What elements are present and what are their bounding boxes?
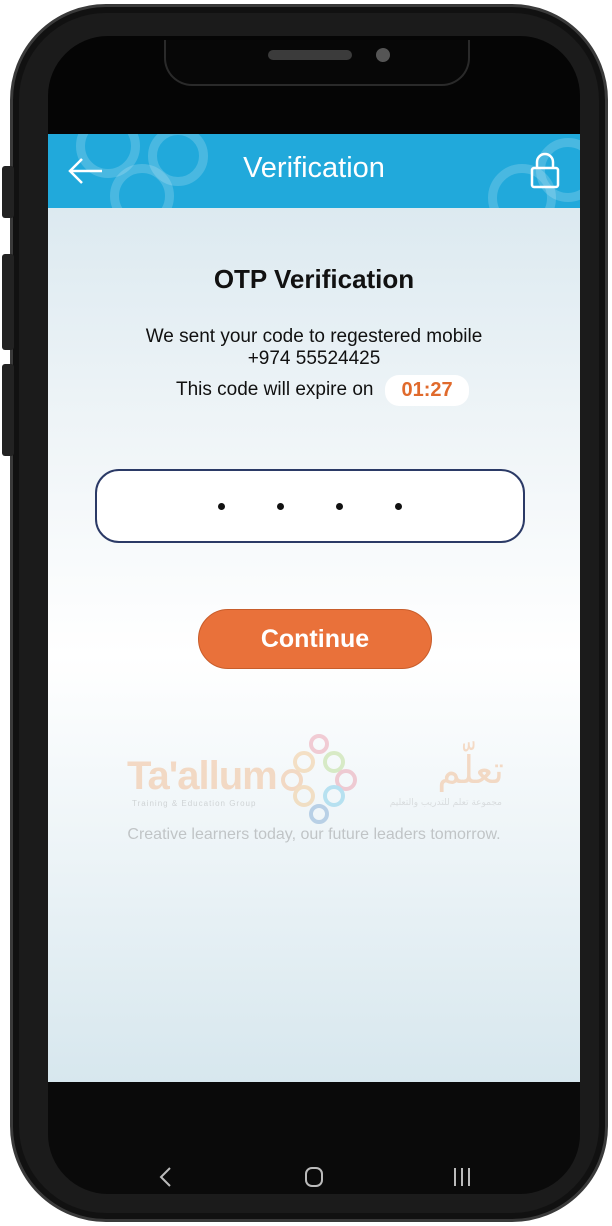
phone-speaker	[268, 50, 352, 60]
lock-icon	[530, 152, 560, 189]
expire-row: This code will expire on 01:27	[176, 372, 469, 408]
brand-name-en: Ta'allum	[127, 754, 278, 798]
otp-digit-dot	[277, 502, 284, 510]
nav-recents-button[interactable]	[442, 1160, 482, 1194]
app-bar: Verification	[48, 134, 580, 208]
brand-tagline: Creative learners today, our future lead…	[127, 826, 501, 843]
otp-heading: OTP Verification	[213, 264, 415, 294]
phone-volume-down-button	[2, 364, 14, 456]
otp-digit-dot	[218, 502, 225, 510]
nav-back-icon	[159, 1167, 171, 1187]
lock-button[interactable]	[530, 152, 560, 190]
continue-button[interactable]: Continue	[198, 609, 432, 669]
countdown-timer: 01:27	[385, 374, 469, 406]
otp-digit-dot	[395, 502, 402, 510]
brand-sub-en: Training & Education Group	[132, 799, 257, 808]
phone-side-button	[2, 166, 14, 218]
app-screen: Verification OTP Verification We sent yo…	[48, 134, 580, 1082]
otp-phone-number: +974 55524425	[247, 348, 381, 369]
nav-home-icon	[305, 1167, 323, 1187]
nav-recents-icon	[454, 1168, 470, 1186]
page-title: Verification	[243, 152, 385, 184]
brand-name-ar: تعلّم	[437, 748, 504, 792]
brand-mark-icon	[281, 734, 357, 824]
otp-digit-dot	[336, 502, 343, 510]
nav-back-button[interactable]	[146, 1160, 186, 1194]
brand-sub-ar: مجموعة تعلم للتدريب والتعليم	[389, 798, 502, 808]
nav-home-button[interactable]	[294, 1160, 334, 1194]
phone-volume-up-button	[2, 254, 14, 350]
front-camera	[376, 48, 390, 62]
otp-message-text: We sent your code to regestered mobile	[145, 326, 483, 347]
otp-message: We sent your code to regestered mobile +…	[48, 326, 580, 370]
phone-notch	[164, 40, 470, 86]
otp-input[interactable]	[95, 469, 525, 543]
expire-label: This code will expire on	[176, 379, 374, 400]
